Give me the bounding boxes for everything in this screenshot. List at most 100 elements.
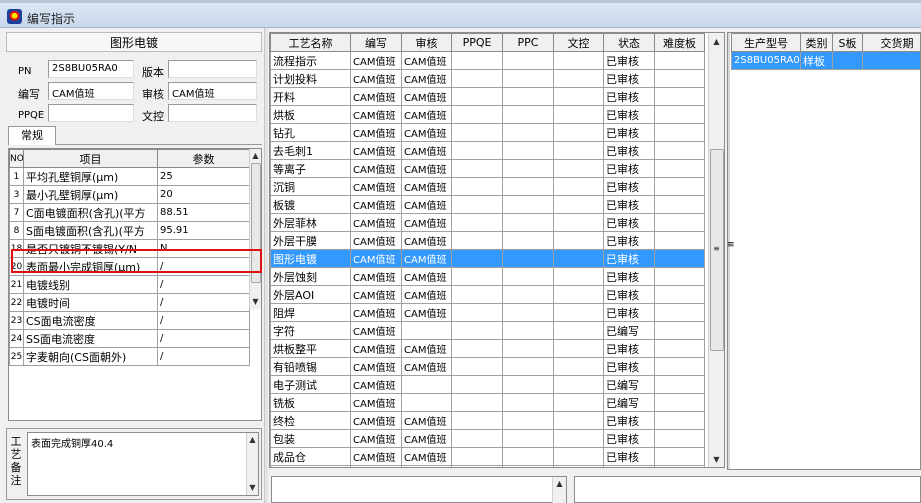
process-row[interactable]: 电子测试 CAM值班 已编写 xyxy=(270,375,705,394)
col-header-s-board[interactable]: S板 xyxy=(832,33,863,52)
app-logo-icon[interactable] xyxy=(7,9,22,24)
process-row[interactable]: 图形电镀 CAM值班 CAM值班 已审核 xyxy=(270,249,705,268)
process-row[interactable]: 等离子 CAM值班 CAM值班 已审核 xyxy=(270,159,705,178)
vertical-splitter[interactable] xyxy=(264,28,268,503)
difficulty-cell xyxy=(654,141,705,160)
scroll-up-icon[interactable]: ▲ xyxy=(247,433,258,447)
pn-field[interactable]: 2S8BU05RA0 xyxy=(48,60,134,78)
scroll-down-icon[interactable]: ▼ xyxy=(709,453,724,467)
process-row[interactable]: 沉铜 CAM值班 CAM值班 已审核 xyxy=(270,177,705,196)
param-value[interactable]: / xyxy=(157,293,250,312)
process-row[interactable]: 包装 CAM值班 CAM值班 已审核 xyxy=(270,429,705,448)
difficulty-cell xyxy=(654,393,705,412)
process-name-cell: 计划投料 xyxy=(270,69,351,88)
writer-cell: CAM值班 xyxy=(350,411,402,430)
doc-control-cell xyxy=(553,105,604,124)
col-header-ppqe[interactable]: PPQE xyxy=(451,33,503,52)
process-row[interactable]: 烘板 CAM值班 CAM值班 已审核 xyxy=(270,105,705,124)
col-header-type[interactable]: 类别 xyxy=(800,33,833,52)
col-header-status[interactable]: 状态 xyxy=(603,33,655,52)
ppqe-field[interactable] xyxy=(48,104,134,122)
param-value[interactable]: 20 xyxy=(157,185,250,204)
col-header-writer[interactable]: 编写 xyxy=(350,33,402,52)
writer-field[interactable]: CAM值班 xyxy=(48,82,134,100)
bottom-pane-left[interactable]: ▲ xyxy=(271,476,567,503)
param-value[interactable]: / xyxy=(157,347,250,366)
right-splitter[interactable] xyxy=(728,33,730,469)
bottom-pane-left-scrollbar[interactable]: ▲ xyxy=(552,477,566,503)
status-cell: 已审核 xyxy=(603,447,655,466)
reviewer-field[interactable]: CAM值班 xyxy=(168,82,257,100)
difficulty-cell xyxy=(654,105,705,124)
param-value[interactable]: / xyxy=(157,311,250,330)
col-header-reviewer[interactable]: 审核 xyxy=(401,33,452,52)
col-header-value[interactable]: 参数 xyxy=(157,149,250,168)
param-table-scrollbar[interactable]: ▲ ▼ xyxy=(249,149,261,309)
right-row[interactable]: 2S8BU05RA0 样板 xyxy=(731,51,920,70)
status-cell: 已审核 xyxy=(603,195,655,214)
col-header-process-name[interactable]: 工艺名称 xyxy=(270,33,351,52)
remarks-scrollbar[interactable]: ▲ ▼ xyxy=(246,433,258,495)
process-row[interactable]: 成品仓 CAM值班 CAM值班 已审核 xyxy=(270,447,705,466)
bottom-pane-right[interactable] xyxy=(574,476,921,503)
scroll-up-icon[interactable]: ▲ xyxy=(250,149,261,163)
col-header-doc-control[interactable]: 文控 xyxy=(553,33,604,52)
process-row[interactable]: 板镀 CAM值班 CAM值班 已审核 xyxy=(270,195,705,214)
param-value[interactable]: 25 xyxy=(157,167,250,186)
process-row[interactable]: 客户包装CAM值班CAM值班已审核 xyxy=(270,465,705,467)
col-header-difficulty[interactable]: 难度板 xyxy=(654,33,705,52)
param-no: 8 xyxy=(9,221,24,240)
scroll-down-icon[interactable]: ▼ xyxy=(247,481,258,495)
ppqe-cell xyxy=(451,285,503,304)
process-row[interactable]: 流程指示 CAM值班 CAM值班 已审核 xyxy=(270,51,705,70)
param-row[interactable]: 23 CS面电流密度 / xyxy=(9,311,250,330)
process-row[interactable]: 外层干膜 CAM值班 CAM值班 已审核 xyxy=(270,231,705,250)
ppc-cell xyxy=(502,177,554,196)
col-header-item[interactable]: 项目 xyxy=(23,149,158,168)
process-row[interactable]: 铣板 CAM值班 已编写 xyxy=(270,393,705,412)
param-value[interactable]: 88.51 xyxy=(157,203,250,222)
doc-control-cell xyxy=(553,123,604,142)
process-row[interactable]: 开料 CAM值班 CAM值班 已审核 xyxy=(270,87,705,106)
ppqe-label: PPQE xyxy=(18,110,45,121)
process-row[interactable]: 外层蚀刻 CAM值班 CAM值班 已审核 xyxy=(270,267,705,286)
col-header-no[interactable]: NO xyxy=(9,149,24,168)
writer-cell: CAM值班 xyxy=(350,213,402,232)
version-field[interactable] xyxy=(168,60,257,78)
scroll-up-icon[interactable]: ▲ xyxy=(709,35,724,49)
remarks-textbox[interactable]: 表面完成铜厚40.4 ▲ ▼ xyxy=(27,432,259,496)
param-row[interactable]: 8 S面电镀面积(含孔)(平方 95.91 xyxy=(9,221,250,240)
param-value[interactable]: / xyxy=(157,329,250,348)
param-row[interactable]: 1 平均孔壁铜厚(μm) 25 xyxy=(9,167,250,186)
process-row[interactable]: 外层菲林 CAM值班 CAM值班 已审核 xyxy=(270,213,705,232)
process-name-cell: 烘板 xyxy=(270,105,351,124)
param-value[interactable]: / xyxy=(157,275,250,294)
col-header-ppc[interactable]: PPC xyxy=(502,33,554,52)
process-row[interactable]: 字符 CAM值班 已编写 xyxy=(270,321,705,340)
process-row[interactable]: 钻孔 CAM值班 CAM值班 已审核 xyxy=(270,123,705,142)
process-name-cell: 终检 xyxy=(270,411,351,430)
process-row[interactable]: 烘板整平 CAM值班 CAM值班 已审核 xyxy=(270,339,705,358)
param-row[interactable]: 22 电镀时间 / xyxy=(9,293,250,312)
col-header-due-date[interactable]: 交货期 xyxy=(862,33,920,52)
doc-control-field[interactable] xyxy=(168,104,257,122)
process-row[interactable]: 计划投料 CAM值班 CAM值班 已审核 xyxy=(270,69,705,88)
process-row[interactable]: 外层AOI CAM值班 CAM值班 已审核 xyxy=(270,285,705,304)
process-table-scrollbar[interactable]: ▲ ≡ ▼ xyxy=(708,33,724,467)
scroll-up-icon[interactable]: ▲ xyxy=(553,477,566,491)
param-row[interactable]: 7 C面电镀面积(含孔)(平方 88.51 xyxy=(9,203,250,222)
param-row[interactable]: 25 字麦朝向(CS面朝外) / xyxy=(9,347,250,366)
scroll-down-icon[interactable]: ▼ xyxy=(250,295,261,309)
process-row[interactable]: 阻焊 CAM值班 CAM值班 已审核 xyxy=(270,303,705,322)
param-row[interactable]: 21 电镀线别 / xyxy=(9,275,250,294)
tab-general[interactable]: 常规 xyxy=(8,126,56,145)
tab-general-label: 常规 xyxy=(21,129,43,142)
param-row[interactable]: 24 SS面电流密度 / xyxy=(9,329,250,348)
process-row[interactable]: 去毛刺1 CAM值班 CAM值班 已审核 xyxy=(270,141,705,160)
param-value[interactable]: 95.91 xyxy=(157,221,250,240)
process-row[interactable]: 有铅喷锡 CAM值班 CAM值班 已审核 xyxy=(270,357,705,376)
param-row[interactable]: 3 最小孔壁铜厚(μm) 20 xyxy=(9,185,250,204)
col-header-model[interactable]: 生产型号 xyxy=(731,33,801,52)
writer-cell: CAM值班 xyxy=(350,159,402,178)
process-row[interactable]: 终检 CAM值班 CAM值班 已审核 xyxy=(270,411,705,430)
